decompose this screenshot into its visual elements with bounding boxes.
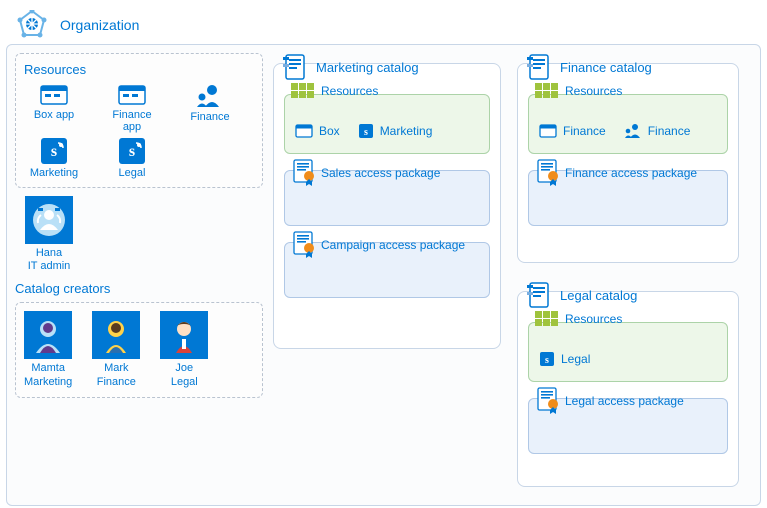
- package-header: Legal access package: [535, 387, 684, 415]
- resources-title: Resources: [565, 312, 622, 326]
- admin-avatar-icon: [29, 200, 69, 240]
- catalog-finance: Finance catalog Resources Finance Financ…: [517, 63, 739, 263]
- avatar: [92, 311, 140, 359]
- resource-label: Box app: [34, 109, 74, 121]
- admin-user: HanaIT admin: [25, 196, 73, 273]
- user-label: MarkFinance: [97, 362, 136, 388]
- resources-header: Resources: [535, 83, 622, 99]
- avatar: [25, 196, 73, 244]
- package-label: Legal access package: [565, 394, 684, 408]
- catalog-header: Finance catalog: [526, 54, 652, 80]
- resource-label: Marketing: [380, 124, 433, 138]
- creator-user: MamtaMarketing: [24, 311, 72, 388]
- user-label: MamtaMarketing: [24, 362, 72, 388]
- user-label: HanaIT admin: [28, 247, 71, 273]
- resource-item: Marketing: [24, 137, 84, 179]
- resource-item: Finance app: [102, 83, 162, 133]
- app-icon: [40, 83, 68, 107]
- app-icon: [539, 123, 557, 139]
- resource-item: Finance: [180, 83, 240, 133]
- app-icon: [118, 83, 146, 107]
- group-icon: [196, 83, 224, 109]
- package-icon: [535, 159, 559, 187]
- person-avatar-icon: [28, 315, 68, 355]
- catalog-icon: [526, 54, 552, 80]
- catalog-header: Legal catalog: [526, 282, 637, 308]
- resource-label: Marketing: [30, 167, 78, 179]
- resources-header: Resources: [535, 311, 622, 327]
- user-label: JoeLegal: [171, 362, 198, 388]
- organization-title: Organization: [60, 17, 139, 33]
- catalog-icon: [526, 282, 552, 308]
- catalogs-area: Marketing catalog Resources Box Marketin…: [273, 53, 752, 497]
- package-icon: [535, 387, 559, 415]
- catalog-marketing: Marketing catalog Resources Box Marketin…: [273, 63, 501, 349]
- resources-panel: Resources Box app Finance app Finance Ma…: [15, 53, 263, 188]
- catalog-resources: Resources Finance Finance: [528, 94, 728, 154]
- resource-label: Legal: [119, 167, 146, 179]
- app-icon: [295, 123, 313, 139]
- access-package: Finance access package: [528, 170, 728, 226]
- resources-header: Resources: [291, 83, 378, 99]
- resources-title: Resources: [321, 84, 378, 98]
- resource-label: Finance: [563, 124, 606, 138]
- access-package: Sales access package: [284, 170, 490, 226]
- resource-label: Finance: [648, 124, 691, 138]
- package-label: Finance access package: [565, 166, 697, 180]
- catalog-title: Legal catalog: [560, 288, 637, 303]
- sharepoint-icon: [40, 137, 68, 165]
- sharepoint-icon: [358, 123, 374, 139]
- organization-box: Resources Box app Finance app Finance Ma…: [6, 44, 761, 506]
- person-avatar-icon: [96, 315, 136, 355]
- package-header: Sales access package: [291, 159, 440, 187]
- resource-label: Box: [319, 124, 340, 138]
- person-avatar-icon: [164, 315, 204, 355]
- catalog-creators-title: Catalog creators: [15, 281, 263, 296]
- resource-label: Finance app: [102, 109, 162, 133]
- grid-icon: [535, 311, 559, 327]
- creator-user: JoeLegal: [160, 311, 208, 388]
- grid-icon: [535, 83, 559, 99]
- organization-header: Organization: [6, 6, 761, 44]
- access-package: Legal access package: [528, 398, 728, 454]
- package-header: Finance access package: [535, 159, 697, 187]
- resource-item: Legal: [102, 137, 162, 179]
- catalog-header: Marketing catalog: [282, 54, 419, 80]
- access-package: Campaign access package: [284, 242, 490, 298]
- resource-label: Legal: [561, 352, 590, 366]
- catalog-creators-panel: Catalog creators MamtaMarketing MarkFina…: [15, 281, 263, 397]
- group-icon: [624, 123, 642, 139]
- catalog-resources: Resources Legal: [528, 322, 728, 382]
- package-label: Campaign access package: [321, 238, 465, 252]
- catalog-legal: Legal catalog Resources Legal Legal acce…: [517, 291, 739, 487]
- catalog-resources: Resources Box Marketing: [284, 94, 490, 154]
- sharepoint-icon: [118, 137, 146, 165]
- sharepoint-icon: [539, 351, 555, 367]
- package-icon: [291, 159, 315, 187]
- left-column: Resources Box app Finance app Finance Ma…: [15, 53, 263, 497]
- organization-icon: [14, 10, 50, 40]
- avatar: [24, 311, 72, 359]
- resources-title: Resources: [565, 84, 622, 98]
- catalog-title: Marketing catalog: [316, 60, 419, 75]
- catalog-title: Finance catalog: [560, 60, 652, 75]
- package-label: Sales access package: [321, 166, 440, 180]
- package-icon: [291, 231, 315, 259]
- resource-item: Box app: [24, 83, 84, 133]
- creator-user: MarkFinance: [92, 311, 140, 388]
- package-header: Campaign access package: [291, 231, 465, 259]
- catalog-icon: [282, 54, 308, 80]
- avatar: [160, 311, 208, 359]
- resources-title: Resources: [24, 62, 254, 77]
- resource-label: Finance: [190, 111, 229, 123]
- grid-icon: [291, 83, 315, 99]
